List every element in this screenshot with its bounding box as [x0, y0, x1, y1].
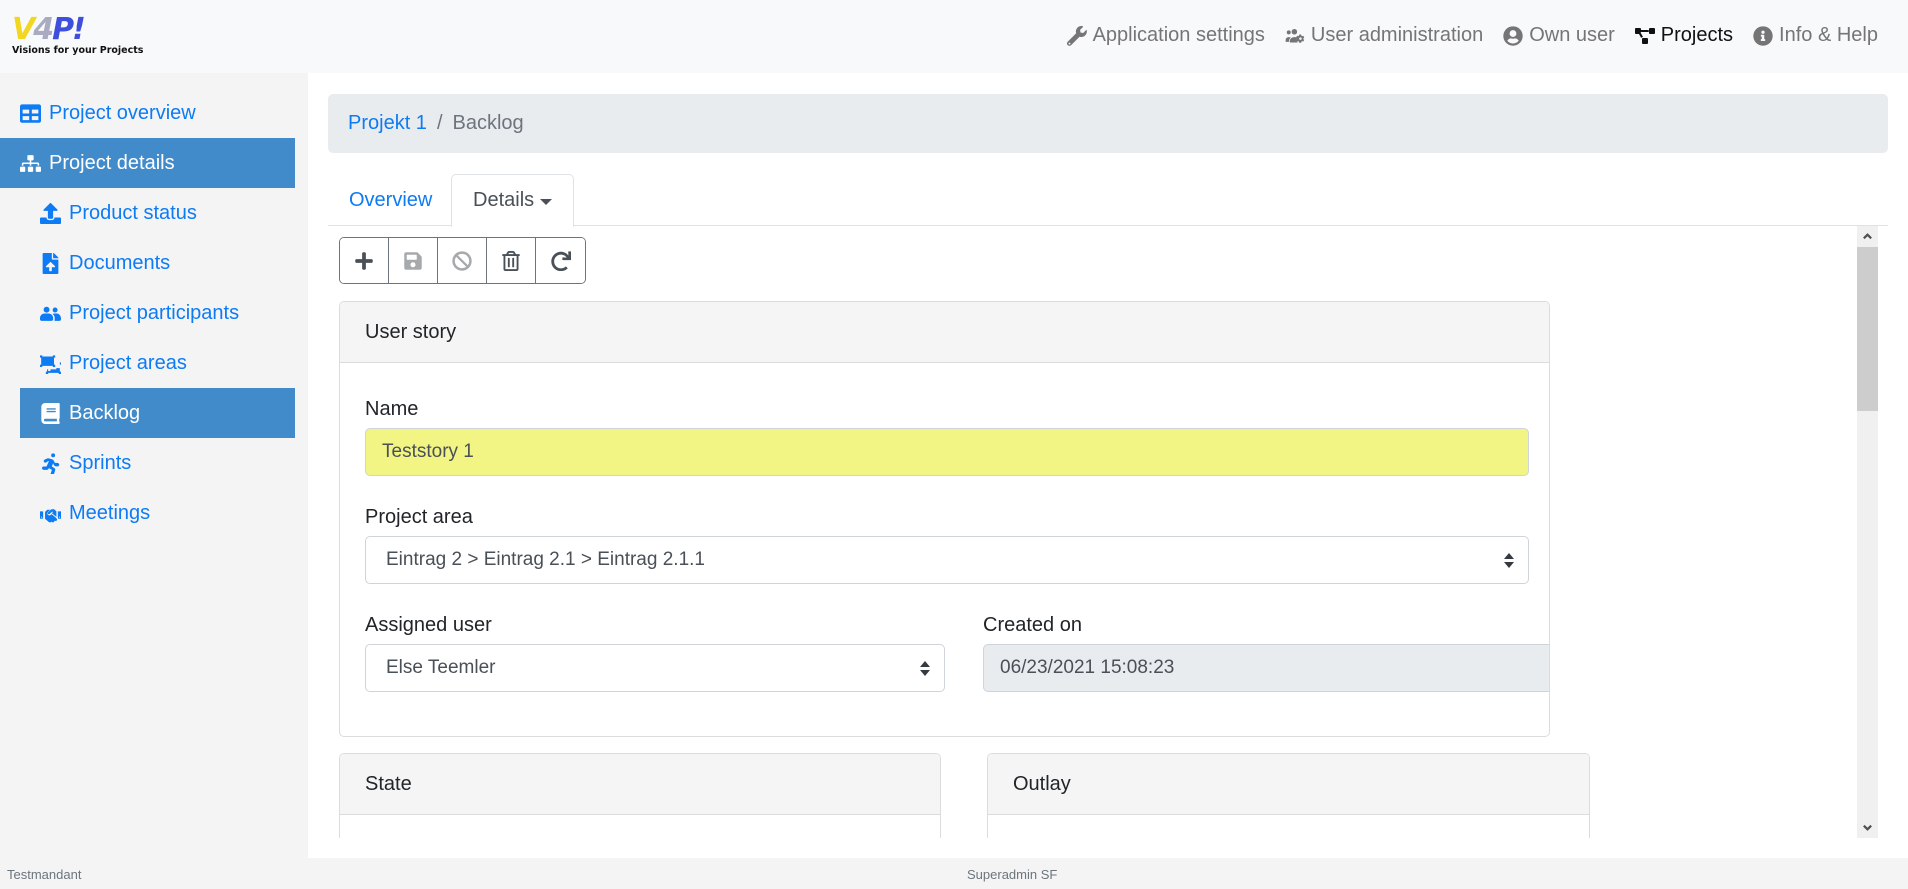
tab-label: Details	[473, 189, 535, 211]
breadcrumb-current: Backlog	[452, 112, 524, 134]
info-circle-icon	[1753, 25, 1773, 46]
select-arrows-icon	[1504, 553, 1514, 569]
breadcrumb-project-link[interactable]: Projekt 1	[348, 112, 427, 135]
scrollbar-thumb[interactable]	[1857, 247, 1878, 411]
sidebar-item-label: Project areas	[69, 351, 187, 374]
sidebar-item-backlog[interactable]: Backlog	[20, 388, 295, 438]
outlay-card: Outlay	[987, 753, 1590, 838]
chevron-up-icon	[1863, 233, 1872, 240]
name-input[interactable]: Teststory 1	[365, 428, 1529, 476]
save-button[interactable]	[389, 238, 438, 283]
sidebar-item-label: Sprints	[69, 451, 132, 474]
assigned-user-value: Else Teemler	[386, 657, 496, 678]
chevron-down-icon	[1863, 824, 1872, 831]
nav-application-settings[interactable]: Application settings	[1066, 24, 1265, 47]
nav-user-administration[interactable]: User administration	[1285, 24, 1483, 47]
app-logo[interactable]: V4P! Visions for your Projects	[10, 15, 150, 59]
user-story-card: User story Name Teststory 1 Project area…	[339, 301, 1550, 737]
running-icon	[41, 452, 60, 474]
assigned-user-select[interactable]: Else Teemler	[365, 644, 945, 692]
sidebar-item-documents[interactable]: Documents	[20, 238, 295, 288]
upload-icon	[40, 202, 61, 224]
project-area-select[interactable]: Eintrag 2 > Eintrag 2.1 > Eintrag 2.1.1	[365, 536, 1529, 584]
breadcrumb-separator: /	[436, 112, 443, 134]
nav-label: Projects	[1660, 24, 1734, 46]
sidebar-item-product-status[interactable]: Product status	[20, 188, 295, 238]
outlay-header: Outlay	[988, 754, 1589, 815]
assigned-user-label: Assigned user	[365, 614, 492, 636]
tab-overview[interactable]: Overview	[328, 174, 453, 226]
nav-projects[interactable]: Projects	[1634, 24, 1734, 47]
nav-label: Own user	[1529, 24, 1615, 46]
sidebar-item-label: Project participants	[69, 301, 240, 324]
sidebar-item-label: Project overview	[49, 101, 196, 124]
sidebar-item-label: Meetings	[69, 501, 151, 524]
state-card: State	[339, 753, 941, 838]
nav-label: User administration	[1310, 24, 1484, 46]
sidebar-item-label: Backlog	[69, 401, 141, 424]
sidebar-item-project-overview[interactable]: Project overview	[0, 88, 295, 138]
tab-details[interactable]: Details	[451, 174, 575, 227]
sidebar-item-label: Product status	[69, 201, 197, 224]
add-button[interactable]	[340, 238, 389, 283]
created-on-label: Created on	[983, 614, 1082, 636]
created-on-field: 06/23/2021 15:08:23	[983, 644, 1549, 692]
sidebar-item-label: Project details	[49, 151, 175, 174]
vertical-scrollbar[interactable]	[1857, 226, 1878, 838]
sidebar-item-project-details[interactable]: Project details	[0, 138, 295, 188]
handshake-icon	[40, 508, 61, 522]
file-upload-icon	[42, 252, 59, 274]
cancel-button[interactable]	[438, 238, 487, 283]
logo-tagline: Visions for your Projects	[12, 45, 144, 56]
scroll-down-button[interactable]	[1857, 817, 1878, 838]
project-area-label: Project area	[365, 506, 473, 528]
name-value: Teststory 1	[382, 441, 474, 462]
delete-button[interactable]	[487, 238, 536, 283]
sidebar-item-label: Documents	[69, 251, 171, 274]
logo-mark: V4P!	[12, 12, 86, 47]
state-header: State	[340, 754, 940, 815]
ban-icon	[452, 250, 472, 271]
sidebar-item-sprints[interactable]: Sprints	[20, 438, 295, 488]
name-label: Name	[365, 398, 419, 420]
wrench-icon	[1066, 25, 1087, 46]
top-navigation: Application settings User administration…	[1066, 24, 1878, 47]
tab-bar: Overview Details	[328, 174, 1888, 227]
user-circle-icon	[1503, 25, 1523, 46]
nav-own-user[interactable]: Own user	[1503, 24, 1615, 47]
sitemap-icon	[20, 154, 41, 172]
select-arrows-icon	[920, 661, 930, 677]
project-area-value: Eintrag 2 > Eintrag 2.1 > Eintrag 2.1.1	[386, 549, 705, 570]
breadcrumb: Projekt 1 / Backlog	[328, 94, 1888, 153]
user-story-header: User story	[340, 302, 1549, 363]
save-icon	[404, 251, 422, 270]
record-toolbar	[339, 237, 586, 284]
scroll-up-button[interactable]	[1857, 226, 1878, 247]
tenant-name: Testmandant	[7, 867, 82, 882]
table-grid-icon	[20, 103, 41, 123]
nav-info-help[interactable]: Info & Help	[1753, 24, 1878, 47]
reload-button[interactable]	[536, 238, 585, 283]
caret-down-icon	[540, 198, 553, 205]
users-icon	[40, 306, 61, 321]
status-footer: Testmandant Superadmin SF	[0, 858, 1908, 889]
object-ungroup-icon	[40, 354, 61, 374]
sidebar-item-project-participants[interactable]: Project participants	[20, 288, 295, 338]
sidebar-item-project-areas[interactable]: Project areas	[20, 338, 295, 388]
current-user: Superadmin SF	[967, 867, 1058, 882]
created-on-value: 06/23/2021 15:08:23	[1000, 657, 1175, 678]
plus-icon	[355, 251, 373, 270]
sidebar-item-meetings[interactable]: Meetings	[20, 488, 295, 538]
details-panel: User story Name Teststory 1 Project area…	[328, 226, 1888, 838]
trash-icon	[502, 250, 520, 271]
project-diagram-icon	[1634, 27, 1655, 44]
users-cog-icon	[1285, 28, 1305, 43]
nav-label: Info & Help	[1779, 24, 1878, 46]
book-icon	[41, 402, 60, 424]
top-header: V4P! Visions for your Projects Applicati…	[0, 0, 1908, 73]
tab-label: Overview	[349, 188, 433, 211]
sidebar: Project overview Project details Product…	[0, 73, 308, 858]
redo-icon	[550, 250, 571, 271]
nav-label: Application settings	[1092, 24, 1265, 46]
